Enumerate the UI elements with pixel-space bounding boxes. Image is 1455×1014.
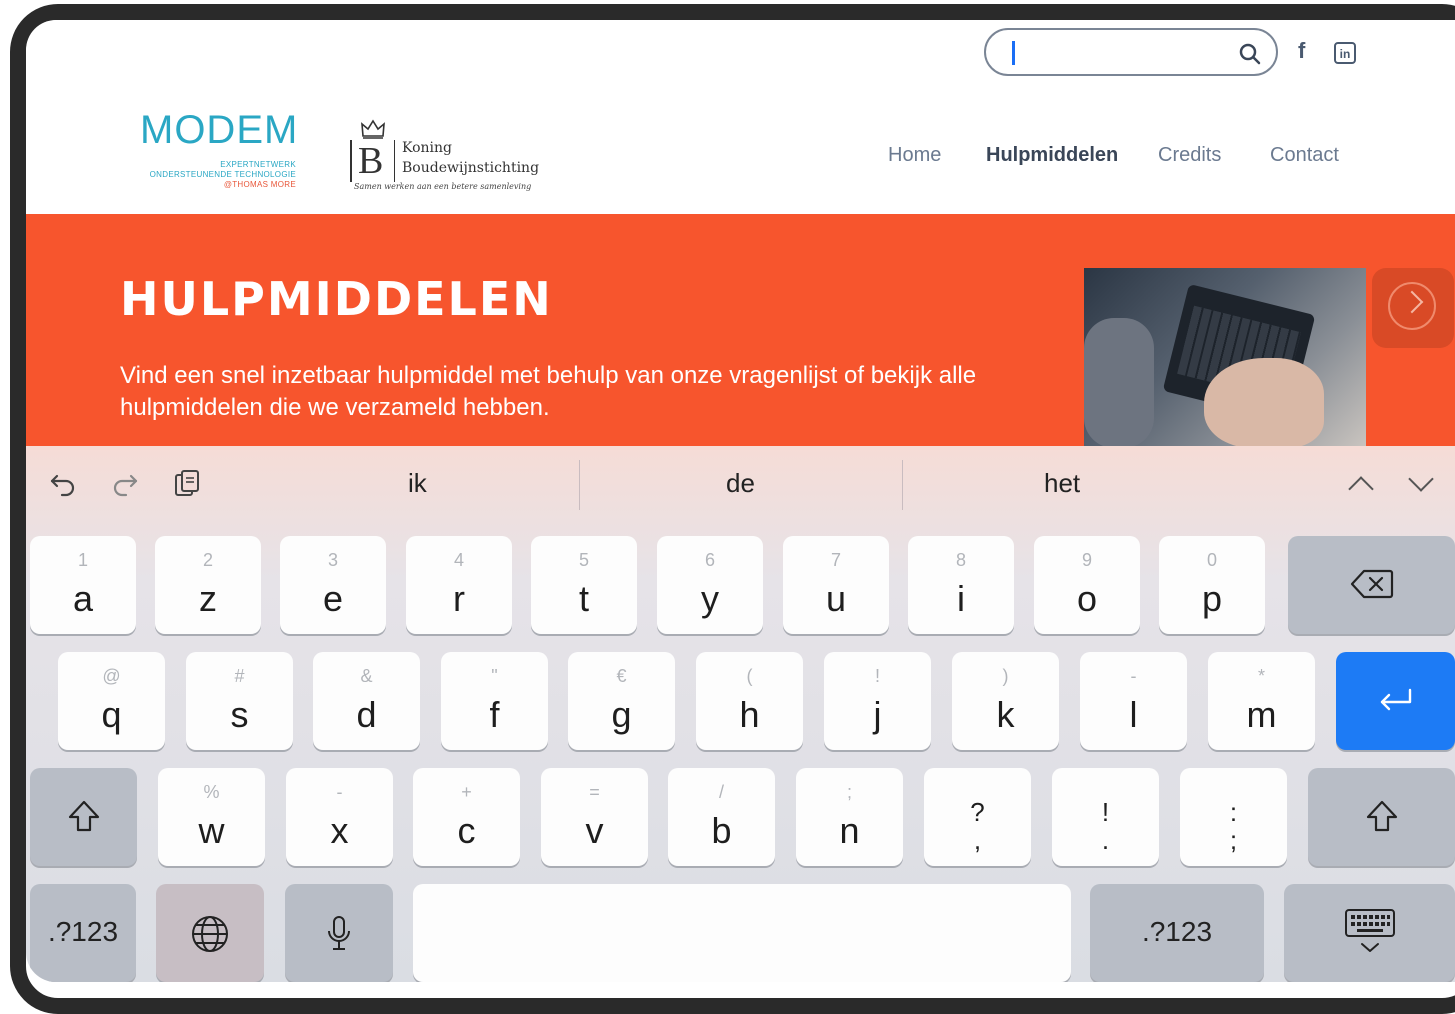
modem-logo[interactable]: MODEM EXPERTNETWERK ONDERSTEUNENDE TECHN… (130, 108, 300, 198)
banner-photo (1084, 268, 1366, 446)
globe-icon (192, 916, 228, 952)
chevron-right-icon (1388, 282, 1436, 330)
hero-banner: HULPMIDDELEN Vind een snel inzetbaar hul… (26, 214, 1455, 446)
key-s[interactable]: # s (186, 652, 293, 750)
numbers-key-left[interactable]: .?123 (30, 884, 136, 982)
numbers-key-right[interactable]: .?123 (1090, 884, 1264, 982)
key-l[interactable]: -l (1080, 652, 1187, 750)
chevron-up-icon[interactable] (1348, 476, 1374, 502)
screen: f in MODEM EXPERTNETWERK ONDERSTEUNENDE … (26, 20, 1455, 982)
key-f[interactable]: " f (441, 652, 548, 750)
key-v[interactable]: = v (541, 768, 648, 866)
key-x[interactable]: -x (286, 768, 393, 866)
text-caret (1012, 41, 1015, 65)
kbs-logo-line2: Boudewijnstichting (402, 160, 540, 176)
microphone-icon (328, 916, 350, 950)
modem-logo-word: MODEM (140, 108, 299, 152)
backspace-key[interactable] (1288, 536, 1455, 634)
shift-key-right[interactable] (1308, 768, 1455, 866)
key-j[interactable]: ! j (824, 652, 931, 750)
search-icon[interactable] (1238, 42, 1262, 66)
key-z[interactable]: 2z (155, 536, 261, 634)
shift-key-left[interactable] (30, 768, 137, 866)
nav-contact[interactable]: Contact (1270, 144, 1339, 167)
page-title: HULPMIDDELEN (120, 272, 553, 326)
suggestion-1[interactable]: ik (408, 468, 427, 499)
key-d[interactable]: & d (313, 652, 420, 750)
return-icon (1380, 688, 1412, 711)
globe-key[interactable] (156, 884, 264, 982)
backspace-icon (1350, 569, 1394, 599)
kbs-logo-tagline: Samen werken aan een betere samenleving (354, 182, 532, 191)
key-g[interactable]: € g (568, 652, 675, 750)
return-key[interactable] (1336, 652, 1455, 750)
space-bar[interactable] (413, 884, 1071, 982)
keyboard-hide-icon (1345, 909, 1395, 952)
undo-icon[interactable] (48, 468, 78, 498)
suggestion-3[interactable]: het (1044, 468, 1080, 499)
suggestion-2[interactable]: de (726, 468, 755, 499)
kbs-logo-line1: Koning (402, 140, 452, 156)
key-o[interactable]: 9o (1034, 536, 1140, 634)
nav-hulpmiddelen[interactable]: Hulpmiddelen (986, 144, 1118, 167)
keyboard-toolbar: ik de het (26, 446, 1455, 524)
key-n[interactable]: ; n (796, 768, 903, 866)
kbs-logo-divider (394, 140, 395, 182)
search-input[interactable] (984, 28, 1278, 76)
key-question-comma[interactable]: ? , (924, 768, 1031, 866)
shift-icon (68, 800, 100, 832)
microphone-key[interactable] (285, 884, 393, 982)
banner-description: Vind een snel inzetbaar hulpmiddel met b… (120, 362, 977, 421)
key-a[interactable]: 1a (30, 536, 136, 634)
key-b[interactable]: / b (668, 768, 775, 866)
carousel-next-button[interactable] (1372, 268, 1454, 348)
key-m[interactable]: * m (1208, 652, 1315, 750)
key-i[interactable]: 8i (908, 536, 1014, 634)
kbs-logo-letter: B (350, 140, 383, 182)
shift-icon (1366, 800, 1398, 832)
modem-logo-line3: @THOMAS MORE (223, 180, 296, 189)
modem-logo-line1: EXPERTNETWERK (220, 160, 296, 169)
koning-boudewijnstichting-logo[interactable]: B Koning Boudewijnstichting Samen werken… (350, 118, 550, 198)
redo-icon[interactable] (110, 468, 140, 498)
facebook-icon[interactable]: f (1298, 38, 1305, 64)
crown-icon (361, 119, 385, 139)
key-h[interactable]: (h (696, 652, 803, 750)
key-w[interactable]: % w (158, 768, 265, 866)
key-t[interactable]: 5t (531, 536, 637, 634)
key-exclamation-period[interactable]: ! . (1052, 768, 1159, 866)
key-k[interactable]: ) k (952, 652, 1059, 750)
key-e[interactable]: 3e (280, 536, 386, 634)
on-screen-keyboard: ik de het 1a 2z 3e 4r 5t 6y 7u 8i 9o 0p … (26, 446, 1455, 982)
nav-home[interactable]: Home (888, 144, 941, 167)
key-q[interactable]: @ q (58, 652, 165, 750)
modem-logo-line2: ONDERSTEUNENDE TECHNOLOGIE (149, 170, 296, 179)
key-c[interactable]: + c (413, 768, 520, 866)
linkedin-icon[interactable]: in (1334, 42, 1356, 64)
nav-credits[interactable]: Credits (1158, 144, 1221, 167)
clipboard-icon[interactable] (172, 468, 202, 498)
key-r[interactable]: 4r (406, 536, 512, 634)
key-colon-semicolon[interactable]: : ; (1180, 768, 1287, 866)
chevron-down-icon[interactable] (1408, 466, 1434, 492)
key-p[interactable]: 0p (1159, 536, 1265, 634)
key-y[interactable]: 6y (657, 536, 763, 634)
hide-keyboard-key[interactable] (1284, 884, 1455, 982)
key-u[interactable]: 7u (783, 536, 889, 634)
svg-text:in: in (1340, 47, 1351, 61)
